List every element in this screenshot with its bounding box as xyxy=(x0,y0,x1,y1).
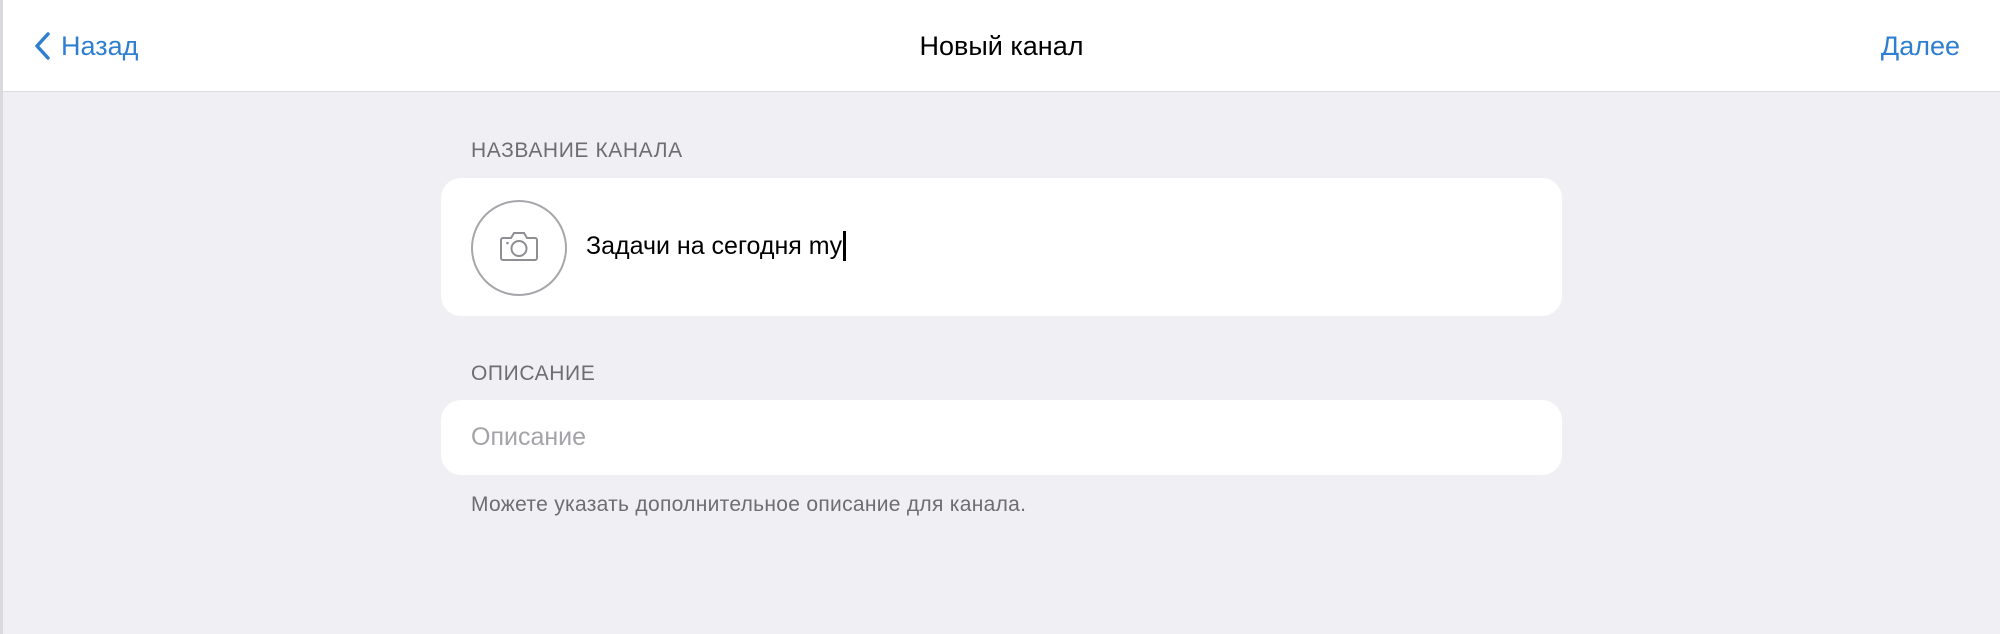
description-card xyxy=(441,400,1562,475)
channel-name-card: Задачи на сегодня my xyxy=(441,178,1562,316)
back-button[interactable]: Назад xyxy=(33,26,138,66)
description-input[interactable] xyxy=(471,400,1531,475)
back-button-label: Назад xyxy=(61,30,139,61)
chevron-left-icon xyxy=(33,31,51,61)
text-caret xyxy=(843,231,847,261)
channel-name-value: Задачи на сегодня my xyxy=(586,231,843,260)
next-button[interactable]: Далее xyxy=(1881,26,1960,66)
navigation-bar: Назад Новый канал Далее xyxy=(3,0,2000,92)
set-photo-button[interactable] xyxy=(471,200,567,296)
channel-name-input[interactable]: Задачи на сегодня my xyxy=(586,226,847,266)
camera-icon xyxy=(499,229,539,268)
channel-name-section-header: НАЗВАНИЕ КАНАЛА xyxy=(471,139,683,162)
description-footer-note: Можете указать дополнительное описание д… xyxy=(471,493,1027,516)
window-left-edge xyxy=(0,0,3,634)
page-title: Новый канал xyxy=(919,31,1084,61)
description-section-header: ОПИСАНИЕ xyxy=(471,362,596,385)
